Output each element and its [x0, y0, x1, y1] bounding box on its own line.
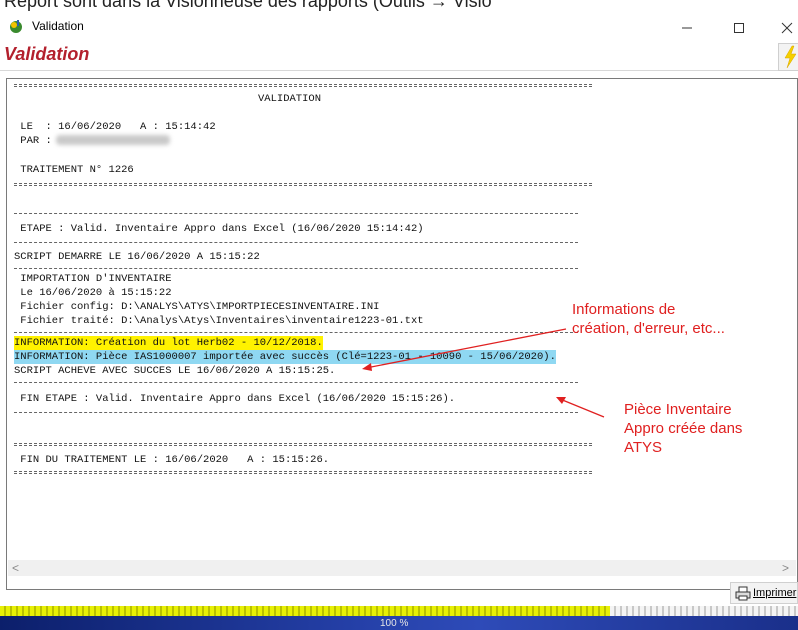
- progress-bar-remaining: [610, 606, 798, 616]
- arrow-info: [365, 328, 567, 369]
- scroll-right-icon[interactable]: >: [782, 560, 789, 576]
- print-button[interactable]: Imprimer: [730, 582, 798, 604]
- arrow-info-head: [362, 363, 372, 371]
- arrow-piece: [559, 398, 605, 418]
- annotation-piece: Pièce Inventaire Appro créée dans ATYS: [624, 401, 743, 456]
- print-label: Imprimer: [753, 587, 797, 599]
- horizontal-scrollbar[interactable]: < >: [8, 560, 796, 576]
- annotation-info: Informations de création, d'erreur, etc.…: [572, 301, 725, 337]
- progress-text: 100 %: [380, 618, 409, 629]
- status-bar: 100 %: [0, 616, 798, 630]
- printer-icon: [735, 586, 751, 601]
- scroll-left-icon[interactable]: <: [12, 560, 19, 576]
